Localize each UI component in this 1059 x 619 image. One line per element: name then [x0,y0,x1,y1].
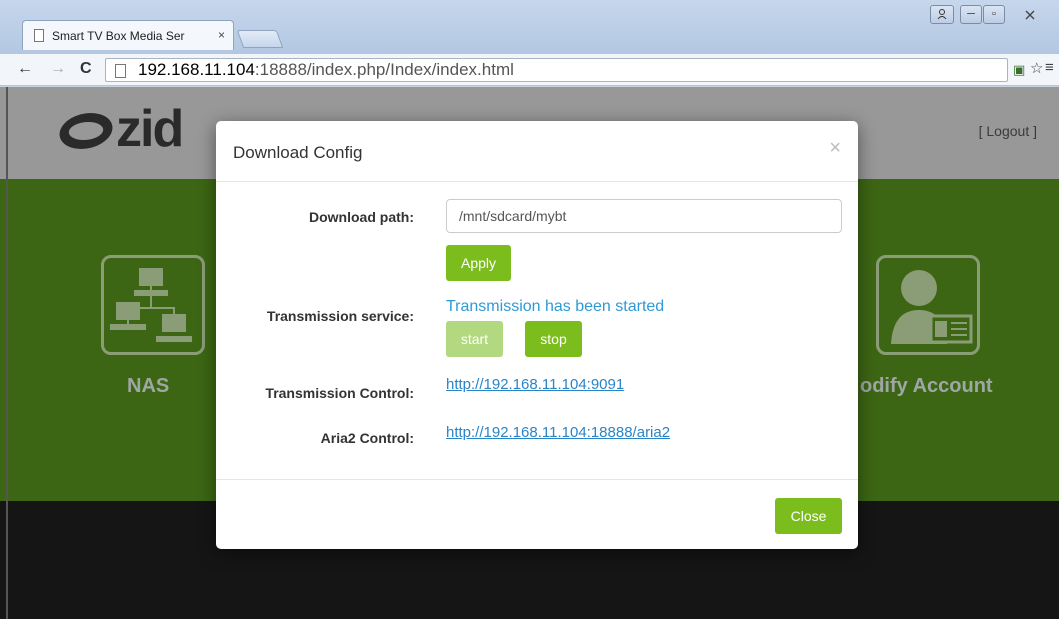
logo-mark-icon [55,113,117,149]
maximize-icon[interactable]: ▫ [983,5,1005,24]
modal-header: Download Config × [216,121,858,182]
stop-button[interactable]: stop [525,321,582,357]
modal-title: Download Config [233,143,363,162]
address-bar[interactable]: 192.168.11.104:18888/index.php/Index/ind… [105,58,1008,82]
user-account-icon[interactable] [876,255,980,355]
logout-link[interactable]: [ Logout ] [979,123,1037,139]
nas-label: NAS [127,375,170,397]
page-icon [115,64,126,78]
tab-close-icon[interactable]: × [218,28,225,42]
download-path-label: Download path: [309,209,414,225]
bookmark-star-icon[interactable]: ☆ [1030,59,1043,77]
download-path-input[interactable] [446,199,842,233]
window-edge [6,87,8,619]
start-button[interactable]: start [446,321,503,357]
forward-icon[interactable]: → [50,60,66,78]
transmission-status-text: Transmission has been started [446,298,665,315]
close-icon[interactable]: × [829,137,841,160]
url-text: 192.168.11.104:18888/index.php/Index/ind… [138,60,514,79]
user-icon[interactable] [930,5,954,24]
browser-toolbar: ← → C 192.168.11.104:18888/index.php/Ind… [0,54,1059,86]
transmission-control-label: Transmission Control: [265,385,414,401]
reload-icon[interactable]: C [80,60,92,78]
tab-smart-tv-box[interactable]: Smart TV Box Media Ser × [22,20,234,50]
apply-button[interactable]: Apply [446,245,511,281]
browser-titlebar: Smart TV Box Media Ser × ─ ▫ [0,0,1059,54]
network-computers-icon[interactable] [101,255,205,355]
transmission-service-label: Transmission service: [266,308,414,324]
close-window-icon[interactable] [1010,5,1050,24]
aria2-control-label: Aria2 Control: [320,430,414,446]
modal-footer [216,479,858,480]
new-tab-button[interactable] [236,30,284,48]
zidoo-logo: zid [55,99,184,159]
aria2-control-link[interactable]: http://192.168.11.104:18888/aria2 [446,424,670,441]
transmission-control-link[interactable]: http://192.168.11.104:9091 [446,376,624,393]
download-config-modal: Download Config × Download path: Apply T… [216,121,858,549]
menu-icon[interactable]: ≡ [1045,59,1054,76]
close-button[interactable]: Close [775,498,842,534]
page-icon [34,29,44,42]
minimize-icon[interactable]: ─ [960,5,982,24]
tab-title: Smart TV Box Media Ser [52,29,185,43]
back-icon[interactable]: ← [17,60,33,78]
modify-account-label: odify Account [860,375,993,397]
translate-icon[interactable]: ▣ [1013,62,1025,78]
